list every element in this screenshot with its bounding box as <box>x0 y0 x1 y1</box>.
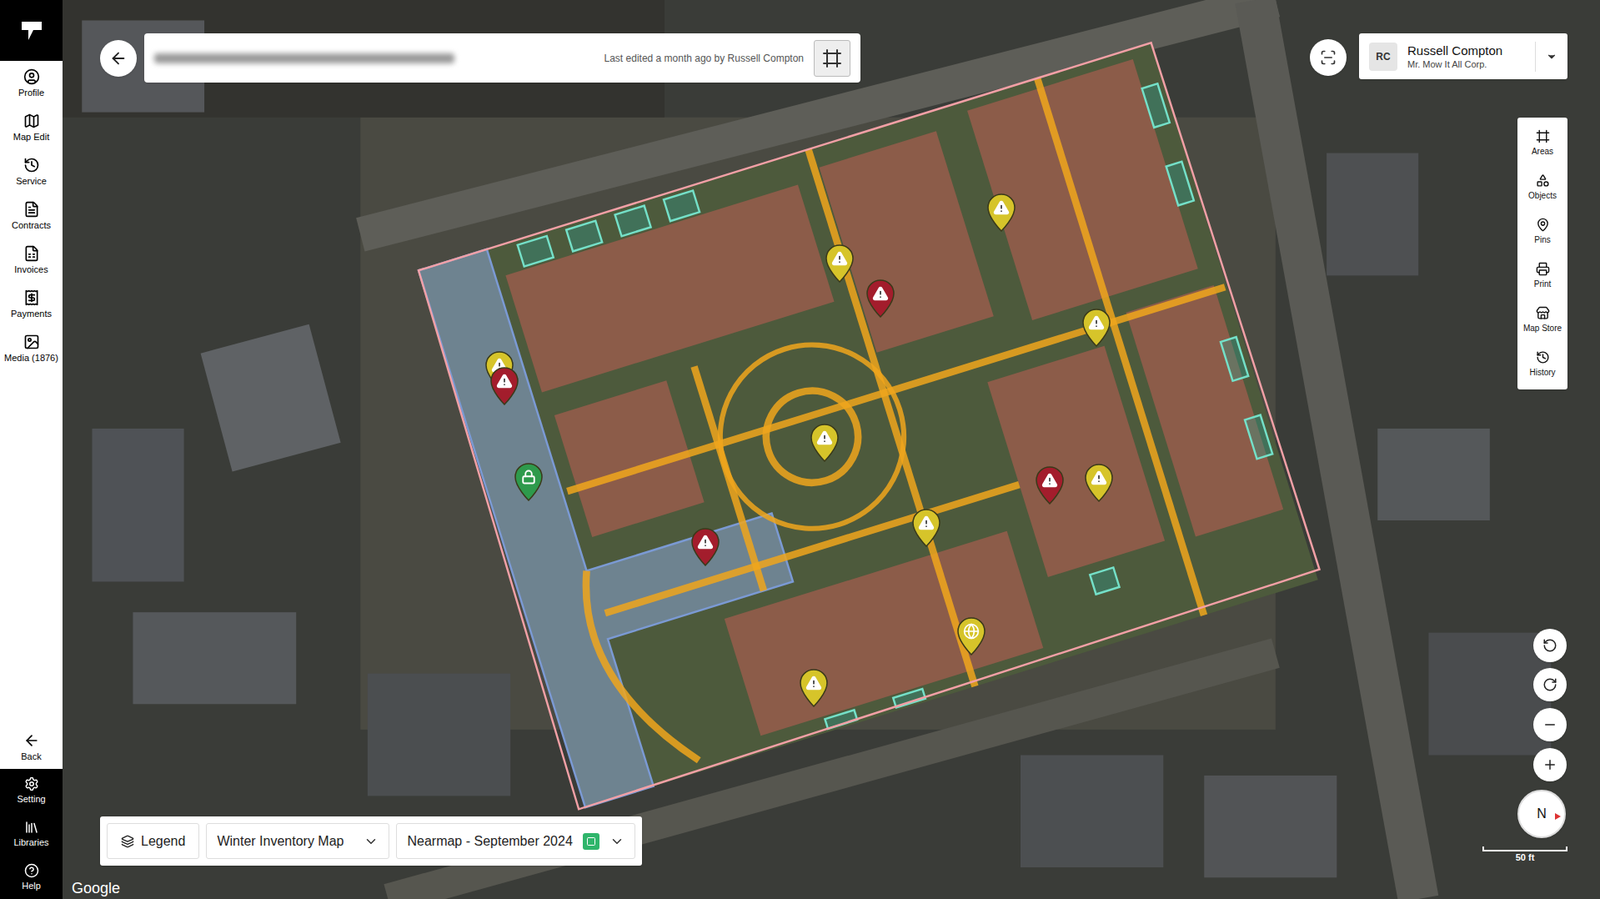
sidebar-item-icon <box>23 68 41 86</box>
map-control-icon <box>1542 677 1558 693</box>
map-control-icon <box>1542 717 1558 733</box>
toolbar-item-icon <box>1535 129 1550 144</box>
toolbar-item[interactable]: Pins <box>1517 209 1568 254</box>
compass-needle <box>1554 812 1561 820</box>
fit-bounds-button[interactable] <box>813 40 851 77</box>
map-pin[interactable] <box>957 616 986 656</box>
toolbar-item[interactable]: Map Store <box>1517 297 1568 342</box>
warning-icon <box>816 429 833 447</box>
back-arrow-icon <box>23 732 41 749</box>
map-pin[interactable] <box>1082 308 1111 347</box>
app: ProfileMap EditServiceContractsInvoicesP… <box>0 0 1600 899</box>
map-pin[interactable] <box>691 527 720 567</box>
warning-icon <box>831 250 848 267</box>
map-control-icon <box>1542 757 1558 773</box>
arrow-left-icon <box>109 49 128 68</box>
map-pin[interactable] <box>987 193 1016 232</box>
map-control-button[interactable] <box>1533 747 1567 782</box>
toolbar-item[interactable]: Print <box>1517 253 1568 298</box>
toolbar-item-icon <box>1535 173 1550 188</box>
sidebar-item-icon <box>23 245 41 262</box>
attribution: Google <box>71 877 121 899</box>
sidebar-item[interactable]: Payments <box>0 281 63 327</box>
map-pin[interactable] <box>799 668 828 708</box>
map-view: Last edited a month ago by Russell Compt… <box>62 0 1600 899</box>
map-control-button[interactable] <box>1533 707 1567 742</box>
map-pin[interactable] <box>514 462 543 502</box>
toolbar-item[interactable]: Objects <box>1517 165 1568 210</box>
chevron-down-icon <box>363 833 379 849</box>
sidebar-item-icon <box>24 776 40 792</box>
chevron-down-icon <box>609 833 625 849</box>
layers-icon <box>120 834 135 848</box>
map-control-button[interactable] <box>1533 667 1567 702</box>
toolbar-item[interactable]: History <box>1517 341 1568 387</box>
map-control-button[interactable] <box>1533 628 1567 663</box>
map-select[interactable]: Winter Inventory Map <box>205 822 390 859</box>
back-circle-button[interactable] <box>100 40 137 77</box>
warning-icon <box>1041 471 1059 489</box>
warning-icon <box>1088 314 1105 332</box>
sidebar-item[interactable]: Media (1876) <box>0 326 63 371</box>
pin-shape-icon <box>957 616 986 656</box>
map-pin[interactable] <box>912 508 941 547</box>
address-bar[interactable]: Last edited a month ago by Russell Compt… <box>144 33 861 83</box>
sidebar-item[interactable]: Help <box>0 855 63 899</box>
toolbar-item[interactable]: Areas <box>1517 120 1568 166</box>
compass[interactable]: N <box>1517 789 1566 838</box>
sidebar-item[interactable]: Service <box>0 149 63 194</box>
sidebar-item[interactable]: Map Edit <box>0 105 63 150</box>
toolbar-item-icon <box>1535 350 1550 365</box>
bottom-bar: LegendWinter Inventory MapNearmap - Sept… <box>100 816 643 866</box>
map-pin[interactable] <box>810 423 839 462</box>
back-button[interactable]: Back <box>0 724 63 769</box>
sidebar: ProfileMap EditServiceContractsInvoicesP… <box>0 0 63 899</box>
pin-shape-icon <box>514 462 543 502</box>
sidebar-item[interactable]: Profile <box>0 60 63 106</box>
sidebar-item-icon <box>23 200 41 218</box>
map-pin[interactable] <box>490 366 519 406</box>
marker-icon <box>963 622 980 640</box>
scan-icon <box>1319 49 1337 66</box>
logo-icon <box>20 20 43 41</box>
toolbar-item-icon <box>1535 217 1550 232</box>
sidebar-item[interactable]: Invoices <box>0 237 63 282</box>
sidebar-item-icon <box>23 333 41 351</box>
warning-icon <box>872 285 889 302</box>
legend-button[interactable]: Legend <box>106 822 200 859</box>
sidebar-item-icon <box>23 289 41 306</box>
right-toolbar: AreasObjectsPinsPrintMap StoreHistory <box>1517 117 1568 390</box>
map-pin[interactable] <box>1035 466 1064 505</box>
map-control-icon <box>1542 637 1558 653</box>
map-pin[interactable] <box>1084 463 1114 502</box>
warning-icon <box>697 533 714 551</box>
warning-icon <box>805 674 823 692</box>
map-pin[interactable] <box>825 244 854 283</box>
blurred-address <box>154 53 455 64</box>
sidebar-item[interactable]: Libraries <box>0 812 63 856</box>
sidebar-item-icon <box>23 156 41 174</box>
warning-icon <box>917 514 935 532</box>
map-pin[interactable] <box>866 279 895 318</box>
lock-icon <box>521 469 537 485</box>
sidebar-item-icon <box>23 112 41 130</box>
sidebar-item-icon <box>24 819 40 835</box>
warning-icon <box>1090 469 1108 487</box>
screenshot-button[interactable] <box>1309 39 1347 76</box>
chevron-down-icon[interactable] <box>1545 50 1558 63</box>
toolbar-item-icon <box>1535 261 1550 276</box>
imagery-select[interactable]: Nearmap - September 2024 <box>396 822 635 859</box>
logo[interactable] <box>0 0 63 61</box>
avatar: RC <box>1369 42 1398 71</box>
sidebar-item-icon <box>24 862 40 878</box>
sidebar-item[interactable]: Setting <box>0 768 63 813</box>
toolbar-item-icon <box>1535 305 1550 321</box>
sidebar-item[interactable]: Contracts <box>0 193 63 238</box>
imagery-badge-icon <box>582 832 600 850</box>
warning-icon <box>993 199 1010 216</box>
scale-bar: 50 ft <box>1482 846 1568 863</box>
frame-icon <box>822 48 843 69</box>
user-card[interactable]: RCRussell ComptonMr. Mow It All Corp. <box>1359 33 1568 80</box>
warning-icon <box>496 372 513 390</box>
